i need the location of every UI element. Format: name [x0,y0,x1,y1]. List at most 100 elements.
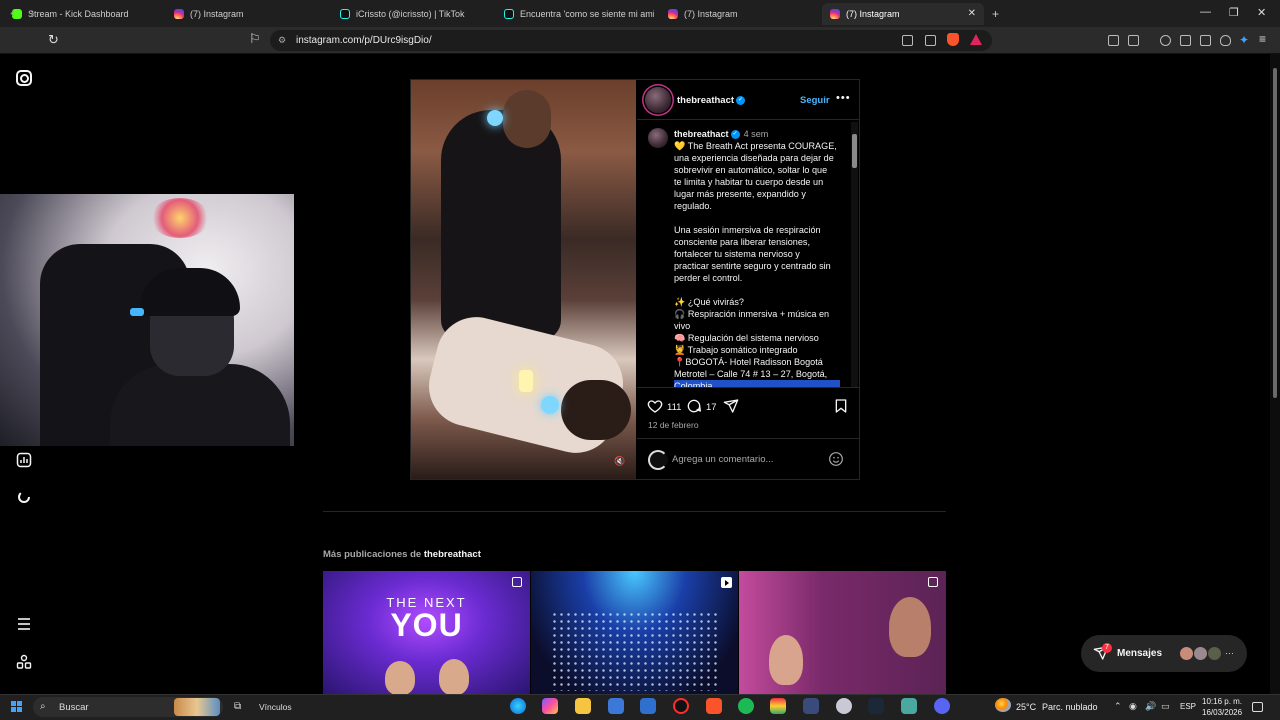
caption-scrollbar-thumb[interactable] [852,134,857,168]
tab-tiktok-profile[interactable]: iCrissto (@icrissto) | TikTok [332,3,490,25]
app-icon[interactable] [770,698,786,714]
show-hidden-icons-icon[interactable]: ⌃ [1114,701,1122,712]
back-icon[interactable]: ‹ [10,5,14,20]
spotify-icon[interactable] [738,698,754,714]
file-explorer-icon[interactable] [575,698,591,714]
username-text[interactable]: thebreathact [677,95,734,106]
follow-button[interactable]: Seguir [800,95,830,106]
caption-line: ✨ ¿Qué vivirás? [674,297,744,307]
caption-line: una experiencia diseñada para dejar de [674,153,834,163]
brave-browser-icon[interactable] [706,698,722,714]
instagram-logo-icon[interactable] [16,70,32,86]
menu-icon[interactable]: ≡ [1259,32,1266,46]
search-label[interactable]: Buscar [59,702,89,713]
language-indicator[interactable]: ESP [1180,702,1196,711]
clock-date[interactable]: 16/03/2026 [1202,708,1242,717]
extensions-icon[interactable] [1108,35,1119,46]
copilot-icon[interactable] [542,698,558,714]
also-from-meta-icon[interactable] [16,654,32,670]
forward-icon[interactable]: › [30,5,34,20]
url-text[interactable]: instagram.com/p/DUrc9isgDio/ [296,35,432,46]
volume-icon[interactable]: 🔊 [1145,701,1156,712]
instagram-icon [830,9,840,19]
heart-icon[interactable] [647,398,663,414]
caption-avatar[interactable] [648,128,668,148]
sidebar-icon[interactable] [1180,35,1191,46]
post-media[interactable] [411,80,636,479]
vpn-icon[interactable] [1220,35,1231,46]
store-icon[interactable] [608,698,624,714]
page-scrollbar-thumb[interactable] [1273,68,1277,398]
media-icon[interactable] [1160,35,1171,46]
share-icon[interactable] [723,398,739,414]
app-icon[interactable] [901,698,917,714]
leo-ai-icon[interactable]: ✦ [1239,33,1249,47]
brave-shields-icon[interactable] [947,33,959,46]
mail-icon[interactable] [640,698,656,714]
edge-icon[interactable] [510,698,526,714]
avatar [1179,646,1194,661]
avatar[interactable] [645,87,671,113]
candle-light [519,370,533,392]
post-thumbnail[interactable] [531,571,738,694]
tab-label: (7) Instagram [684,9,738,19]
reload-icon[interactable]: ↻ [48,32,59,48]
threads-loading-icon[interactable] [16,489,32,505]
app-icon[interactable] [836,698,852,714]
mute-icon[interactable]: 🔇 [614,456,625,466]
brave-rewards-icon[interactable] [970,34,982,45]
more-posts-username[interactable]: thebreathact [424,549,481,560]
caption-timestamp[interactable]: 4 sem [744,129,769,139]
comment-icon[interactable] [686,398,702,414]
comment-input[interactable] [672,449,822,469]
share-page-icon[interactable] [925,35,936,46]
tab-tiktok-search[interactable]: Encuentra 'como se siente mi amigo [496,3,654,25]
tab-kick-dashboard[interactable]: Stream - Kick Dashboard [4,3,162,25]
close-window-icon[interactable]: ✕ [1257,6,1266,19]
minimize-icon[interactable]: — [1200,6,1211,18]
weather-temperature[interactable]: 25°C [1016,702,1036,712]
notifications-icon[interactable] [1252,702,1263,712]
clock-time[interactable]: 10:16 p. m. [1202,697,1242,706]
tray-app-icon[interactable]: ◉ [1129,701,1137,712]
weather-icon[interactable] [995,698,1011,712]
tab-label: Stream - Kick Dashboard [28,9,129,19]
instagram-icon [668,9,678,19]
more-menu-icon[interactable] [16,616,32,632]
post-thumbnail[interactable] [739,571,946,694]
cast-icon[interactable] [902,35,913,46]
app-icon[interactable] [803,698,819,714]
site-info-icon[interactable]: ⚙ [278,35,286,46]
new-tab-button[interactable]: + [992,7,999,21]
weather-description[interactable]: Parc. nublado [1042,702,1098,712]
battery-icon[interactable]: ▭ [1161,701,1170,712]
caption-username[interactable]: thebreathact [674,129,729,139]
wallet-icon[interactable] [1200,35,1211,46]
steam-icon[interactable] [868,698,884,714]
tab-instagram-1[interactable]: (7) Instagram [166,3,326,25]
close-tab-icon[interactable]: ✕ [968,8,976,19]
windows-start-icon[interactable] [11,701,22,712]
insights-icon[interactable] [16,452,32,468]
discord-icon[interactable] [934,698,950,714]
tab-instagram-active[interactable]: (7) Instagram ✕ [822,3,984,25]
like-count[interactable]: 111 [667,402,681,413]
tab-instagram-2[interactable]: (7) Instagram [660,3,818,25]
post-date[interactable]: 12 de febrero [648,420,699,430]
post-thumbnail[interactable]: THE NEXT YOU [323,571,530,694]
more-options-icon[interactable]: ••• [836,92,851,104]
task-view-icon[interactable]: ⧉ [234,701,241,712]
bookmark-icon[interactable]: ⚐ [249,31,261,47]
bookmark-save-icon[interactable] [833,398,849,414]
reel-icon [721,577,732,588]
caption-line: 📍BOGOTÁ- Hotel Radisson Bogotá [674,357,823,367]
maximize-icon[interactable]: ❐ [1229,6,1239,19]
caption-line [674,212,840,224]
obs-icon[interactable] [673,698,689,714]
post-username[interactable]: thebreathact ✓ [677,95,746,106]
webcam-overlay [0,194,294,446]
emoji-icon[interactable] [828,451,844,467]
links-toolbar[interactable]: Vínculos [259,702,292,712]
screenshot-icon[interactable] [1128,35,1139,46]
comment-count[interactable]: 17 [706,402,717,413]
